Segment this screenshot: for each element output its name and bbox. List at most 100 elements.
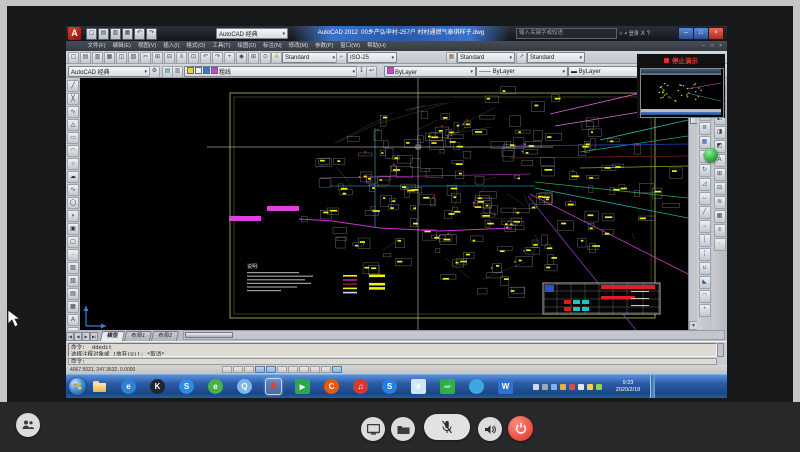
ellipse-icon[interactable]: ◯ — [67, 197, 79, 209]
menu-item-9[interactable]: 参数(P) — [311, 41, 336, 51]
join-icon[interactable]: ∪ — [699, 262, 711, 275]
ungroup-icon[interactable]: ⊟ — [714, 182, 726, 195]
tab-last-icon[interactable]: ▶| — [90, 332, 98, 341]
status-toggle-ducs[interactable] — [288, 366, 298, 373]
taskbar-icon-potplayer[interactable]: ▶ — [295, 379, 310, 394]
text-style-icon[interactable]: A — [271, 52, 282, 64]
tray-icon-message[interactable] — [587, 384, 593, 390]
command-scrollbar[interactable] — [717, 343, 724, 357]
show-desktop-button[interactable] — [650, 375, 655, 399]
menu-item-7[interactable]: 标注(N) — [260, 41, 286, 51]
assistant-bubble-icon[interactable] — [704, 148, 718, 162]
undo-icon[interactable]: ↶ — [200, 52, 211, 64]
zoom-realtime-icon[interactable]: ◉ — [236, 52, 247, 64]
horizontal-scrollbar[interactable] — [183, 330, 725, 340]
menu-item-2[interactable]: 视图(V) — [134, 41, 159, 51]
measure-icon[interactable]: ≋ — [714, 196, 726, 209]
fillet-icon[interactable]: ◠ — [699, 290, 711, 303]
multiline-text-icon[interactable]: A — [67, 314, 79, 326]
status-toggle-polar[interactable] — [255, 366, 265, 373]
restore-button[interactable]: □ — [693, 27, 709, 40]
break-at-point-icon[interactable]: ┆ — [699, 234, 711, 247]
login-label[interactable]: 登录 — [629, 29, 639, 39]
pan-icon[interactable]: + — [224, 52, 235, 64]
open-icon[interactable]: ▤ — [98, 28, 109, 40]
status-toggle-model[interactable] — [332, 366, 342, 373]
color-combo[interactable]: ByLayer▾ — [384, 66, 476, 77]
redo-icon[interactable]: ↷ — [212, 52, 223, 64]
stretch-icon[interactable]: ↔ — [699, 192, 711, 205]
publish-icon[interactable]: ▧ — [128, 52, 139, 64]
minimize-button[interactable]: ─ — [678, 27, 694, 40]
taskbar-icon-autocad[interactable]: A — [266, 379, 281, 394]
tray-icon-usb[interactable] — [542, 384, 548, 390]
gradient-icon[interactable]: ▧ — [67, 275, 79, 287]
tray-icon-volume[interactable] — [569, 384, 575, 390]
point-icon[interactable]: · — [67, 249, 79, 261]
search-icon[interactable]: ○ — [619, 29, 623, 39]
start-button[interactable] — [69, 378, 86, 395]
arc-icon[interactable]: ◠ — [67, 145, 79, 157]
user-icon[interactable]: ▪ — [625, 29, 627, 39]
workspace-switch[interactable]: AutoCAD 经典▾ — [216, 28, 288, 39]
menu-item-11[interactable]: 帮助(H) — [364, 41, 390, 51]
dim-style-icon[interactable]: ⌐ — [336, 52, 347, 64]
circle-icon[interactable]: ○ — [67, 158, 79, 170]
taskbar-icon-swirl-app[interactable] — [469, 379, 484, 394]
insert-block-icon[interactable]: ▣ — [67, 223, 79, 235]
undo-icon[interactable]: ↶ — [134, 28, 145, 40]
table-style-combo[interactable]: Standard▾ — [457, 52, 515, 63]
mleader-style-combo[interactable]: Standard▾ — [527, 52, 585, 63]
tray-icon-network[interactable] — [560, 384, 566, 390]
menu-item-5[interactable]: 工具(T) — [209, 41, 234, 51]
block-editor-icon[interactable]: ⊡ — [188, 52, 199, 64]
explode-icon[interactable]: * — [699, 304, 711, 317]
extend-icon[interactable]: → — [699, 220, 711, 233]
tray-icon-update[interactable] — [551, 384, 557, 390]
taskbar-icon-gif-app[interactable]: GIF — [440, 379, 455, 394]
cut-icon[interactable]: ✂ — [140, 52, 151, 64]
search-input[interactable]: 输入关键字或短语 — [516, 28, 617, 39]
linetype-combo[interactable]: —— ByLayer▾ — [476, 66, 568, 77]
copy-icon[interactable]: ⊞ — [152, 52, 163, 64]
status-toggle-otrack[interactable] — [277, 366, 287, 373]
bring-above-icon[interactable]: ◨ — [714, 126, 726, 139]
taskbar-icon-internet-explorer[interactable]: e — [121, 379, 136, 394]
save-icon[interactable]: ▥ — [110, 28, 121, 40]
plot-preview-icon[interactable]: ◫ — [116, 52, 127, 64]
polygon-icon[interactable]: △ — [67, 119, 79, 131]
table-icon[interactable]: ▦ — [67, 301, 79, 313]
taskbar-clock[interactable]: 9:23 2020/2/18 — [608, 380, 648, 394]
taskbar-icon-bird-app[interactable]: ✈ — [411, 379, 426, 394]
scale-icon[interactable]: ◿ — [699, 178, 711, 191]
ellipse-arc-icon[interactable]: ◗ — [67, 210, 79, 222]
offset-icon[interactable]: ≣ — [699, 122, 711, 135]
status-toggle-qp[interactable] — [321, 366, 331, 373]
command-history[interactable]: 命令: _ddedit选择注释对象或 [放弃(U)]: *取消* — [68, 343, 717, 357]
document-window-buttons[interactable]: ─ □ × — [702, 41, 724, 51]
stop-presenting-button[interactable]: 停止演示 — [637, 54, 725, 66]
speaker-button[interactable] — [478, 417, 502, 441]
tab-prev-icon[interactable]: ◀ — [74, 332, 82, 341]
menu-item-10[interactable]: 窗口(W) — [337, 41, 364, 51]
paste-icon[interactable]: ⊟ — [164, 52, 175, 64]
zoom-previous-icon[interactable]: ⊙ — [260, 52, 271, 64]
status-toggle-snap[interactable] — [222, 366, 232, 373]
plot-icon[interactable]: ▦ — [122, 28, 133, 40]
command-input[interactable]: 命令: — [68, 358, 717, 365]
dim-style-combo[interactable]: ISO-25▾ — [347, 52, 397, 63]
status-toggle-ortho[interactable] — [244, 366, 254, 373]
redo-icon[interactable]: ↷ — [146, 28, 157, 40]
chamfer-icon[interactable]: ◣ — [699, 276, 711, 289]
quickcalc-icon[interactable]: ▦ — [714, 210, 726, 223]
tab-first-icon[interactable]: |◀ — [66, 332, 74, 341]
revision-cloud-icon[interactable]: ☁ — [67, 171, 79, 183]
group-icon[interactable]: ⊞ — [714, 168, 726, 181]
menu-item-6[interactable]: 绘图(D) — [234, 41, 260, 51]
menu-item-3[interactable]: 插入(I) — [160, 41, 183, 51]
microphone-button[interactable] — [424, 414, 470, 440]
folder-button[interactable] — [391, 417, 415, 441]
status-toggle-osnap[interactable] — [266, 366, 276, 373]
text-style-combo[interactable]: Standard▾ — [282, 52, 338, 63]
autocad-logo-icon[interactable]: A — [68, 27, 81, 40]
